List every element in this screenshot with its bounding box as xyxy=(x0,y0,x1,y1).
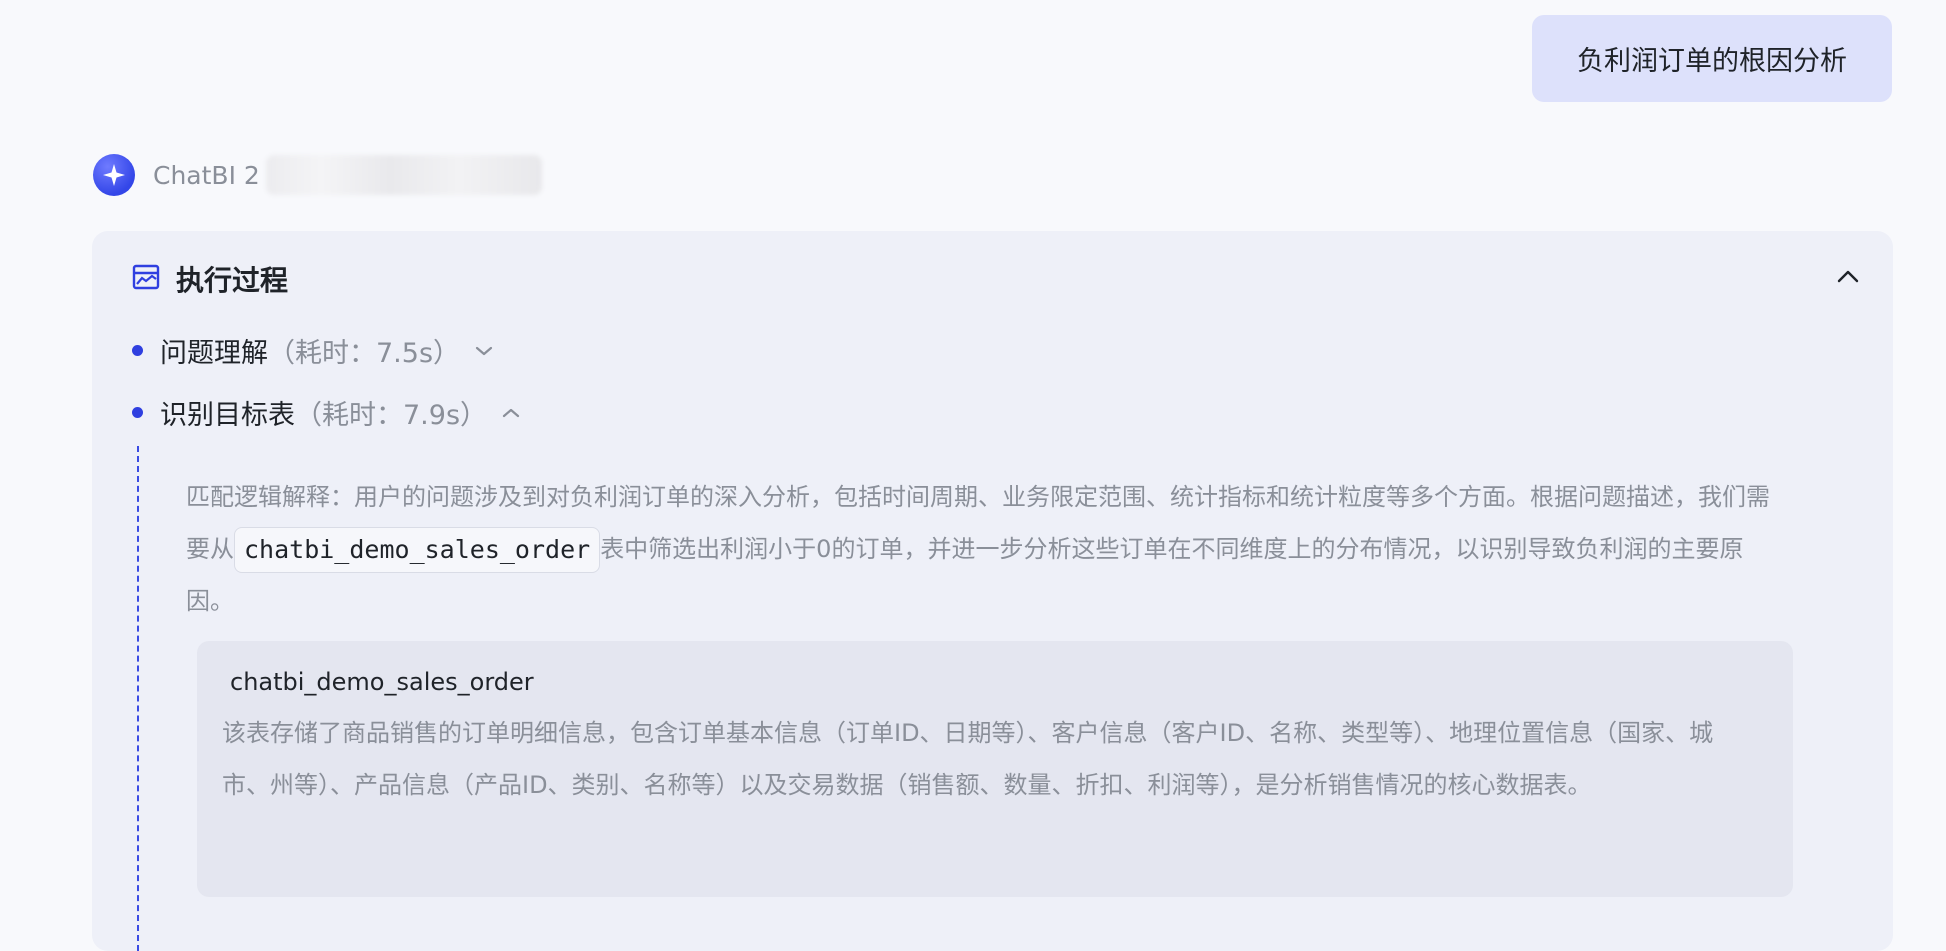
step-question-understanding[interactable]: 问题理解 （耗时：7.5s） xyxy=(132,331,494,370)
table-description: 该表存储了商品销售的订单明细信息，包含订单基本信息（订单ID、日期等）、客户信息… xyxy=(222,719,1714,799)
table-name: chatbi_demo_sales_order xyxy=(230,668,534,696)
chevron-up-icon[interactable] xyxy=(501,407,521,419)
user-message-bubble: 负利润订单的根因分析 xyxy=(1532,15,1892,102)
table-info-card: chatbi_demo_sales_order 该表存储了商品销售的订单明细信息… xyxy=(197,641,1793,897)
bot-header: ChatBI 2 xyxy=(93,154,542,196)
step-dot xyxy=(132,345,143,356)
user-message-text: 负利润订单的根因分析 xyxy=(1577,46,1847,77)
chevron-up-icon[interactable] xyxy=(1833,261,1863,291)
bot-name: ChatBI 2 xyxy=(153,160,260,190)
step-time: （耗时：7.5s） xyxy=(268,338,461,369)
step-identify-target-table[interactable]: 识别目标表 （耗时：7.9s） xyxy=(132,393,521,432)
chart-window-icon xyxy=(132,264,160,294)
execution-process-panel: 执行过程 问题理解 （耗时：7.5s） 识别目标表 （耗时：7.9s） 匹配逻辑… xyxy=(92,231,1893,951)
step-connector xyxy=(137,446,139,951)
chevron-down-icon[interactable] xyxy=(474,345,494,357)
panel-title: 执行过程 xyxy=(176,264,289,297)
step-name: 问题理解 xyxy=(160,338,268,369)
step-time: （耗时：7.9s） xyxy=(295,400,488,431)
sparkle-icon xyxy=(93,154,135,196)
redacted-area xyxy=(265,155,542,195)
table-code-chip: chatbi_demo_sales_order xyxy=(234,527,601,573)
step-name: 识别目标表 xyxy=(160,400,295,431)
panel-header: 执行过程 xyxy=(132,259,288,299)
step-dot xyxy=(132,407,143,418)
match-explanation: 匹配逻辑解释：用户的问题涉及到对负利润订单的深入分析，包括时间周期、业务限定范围… xyxy=(186,471,1786,627)
